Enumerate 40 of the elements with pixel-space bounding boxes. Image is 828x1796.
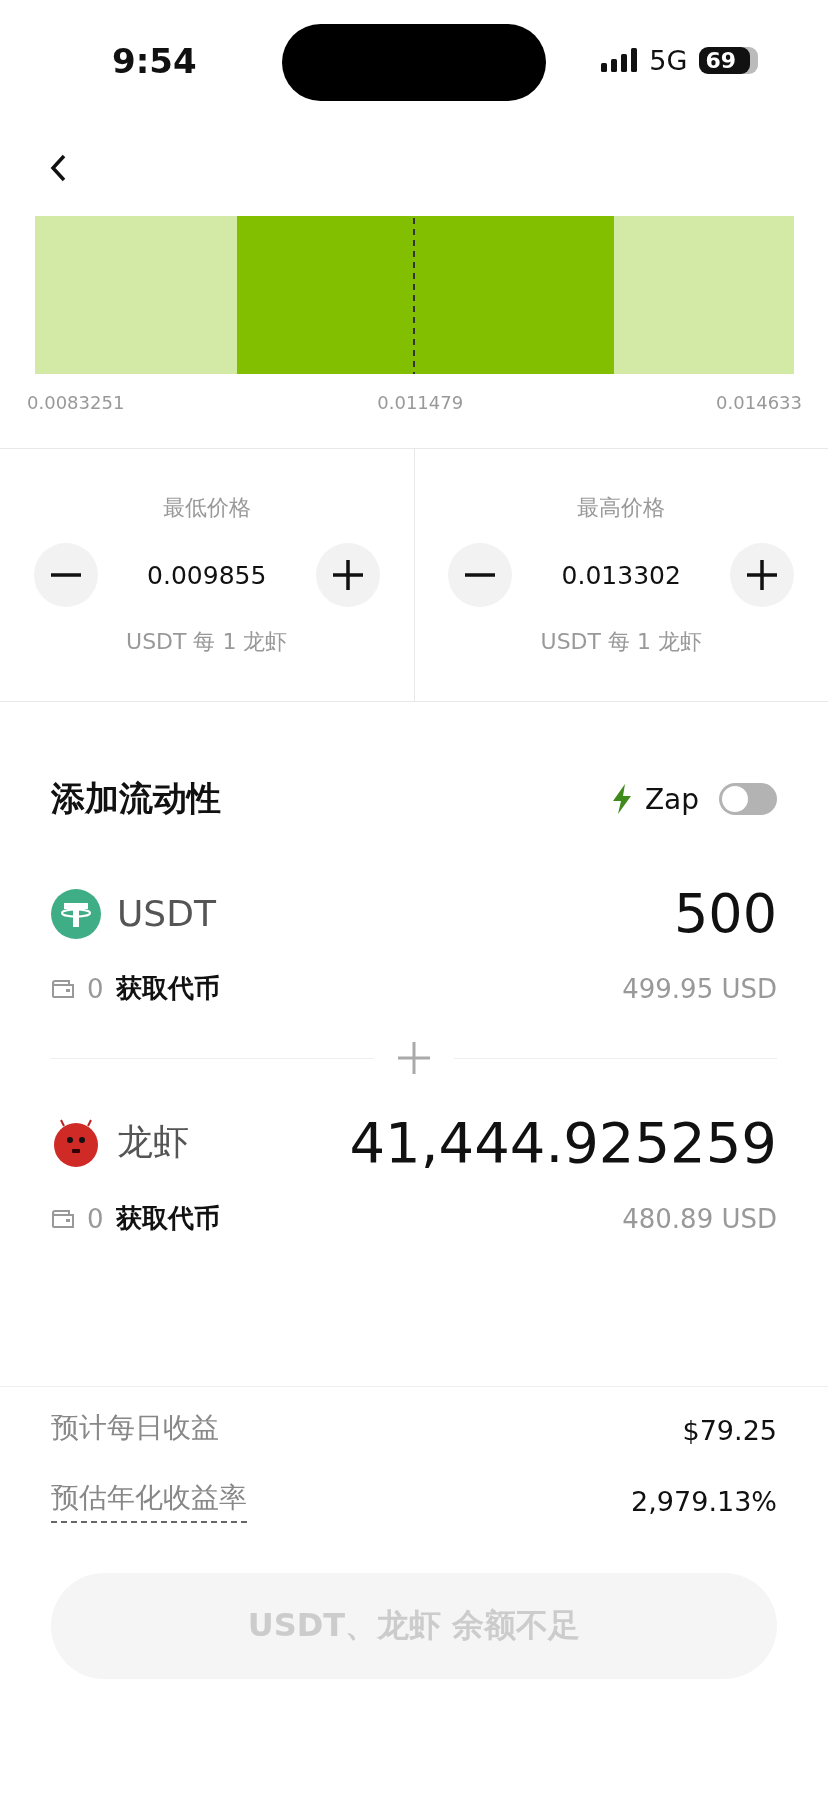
back-icon[interactable] [48, 152, 68, 184]
price-value[interactable]: 0.013302 [561, 560, 681, 590]
price-value[interactable]: 0.009855 [147, 560, 267, 590]
amount-value[interactable]: 500 [673, 882, 777, 945]
minus-icon [463, 573, 498, 577]
price-unit: USDT 每 1 龙虾 [126, 628, 288, 656]
mascot-icon [51, 1117, 101, 1168]
lightning-icon [610, 784, 633, 814]
get-token-link[interactable]: 获取代币 [115, 1201, 220, 1236]
usd-value: 480.89 USD [622, 1203, 777, 1234]
price-unit: USDT 每 1 龙虾 [540, 628, 702, 656]
wallet-balance: 0 [87, 973, 104, 1004]
wallet-icon [51, 978, 75, 999]
usd-value: 499.95 USD [622, 973, 777, 1004]
zap-toggle[interactable] [719, 783, 777, 815]
section-title: 添加流动性 [51, 777, 221, 820]
token-logo-icon [51, 888, 101, 939]
signal-icon [601, 48, 638, 72]
wallet-icon [51, 1208, 75, 1229]
zap-label: Zap [644, 782, 699, 816]
plus-icon [745, 558, 780, 592]
estimate-label[interactable]: 预估年化收益率 [51, 1479, 247, 1523]
token-symbol: 龙虾 [117, 1120, 189, 1164]
wallet-balance: 0 [87, 1203, 104, 1234]
price-tick-label: 0.011479 [377, 392, 464, 415]
status-time: 9:54 [112, 41, 197, 81]
price-tick-label: 0.014633 [716, 392, 802, 415]
plus-icon [330, 558, 365, 592]
estimate-value: $79.25 [682, 1414, 777, 1446]
estimate-value: 2,979.13% [631, 1485, 777, 1517]
price-tick-label: 0.0083251 [27, 392, 125, 415]
token-symbol: USDT [117, 893, 216, 934]
amount-value[interactable]: 41,444.925259 [349, 1110, 777, 1175]
minus-icon [48, 573, 83, 577]
price-label: 最低价格 [162, 494, 251, 522]
estimate-label: 预计每日收益 [51, 1410, 219, 1446]
network-label: 5G [649, 44, 688, 76]
get-token-link[interactable]: 获取代币 [115, 971, 220, 1006]
price-label: 最高价格 [577, 494, 666, 522]
plus-icon [396, 1040, 432, 1076]
